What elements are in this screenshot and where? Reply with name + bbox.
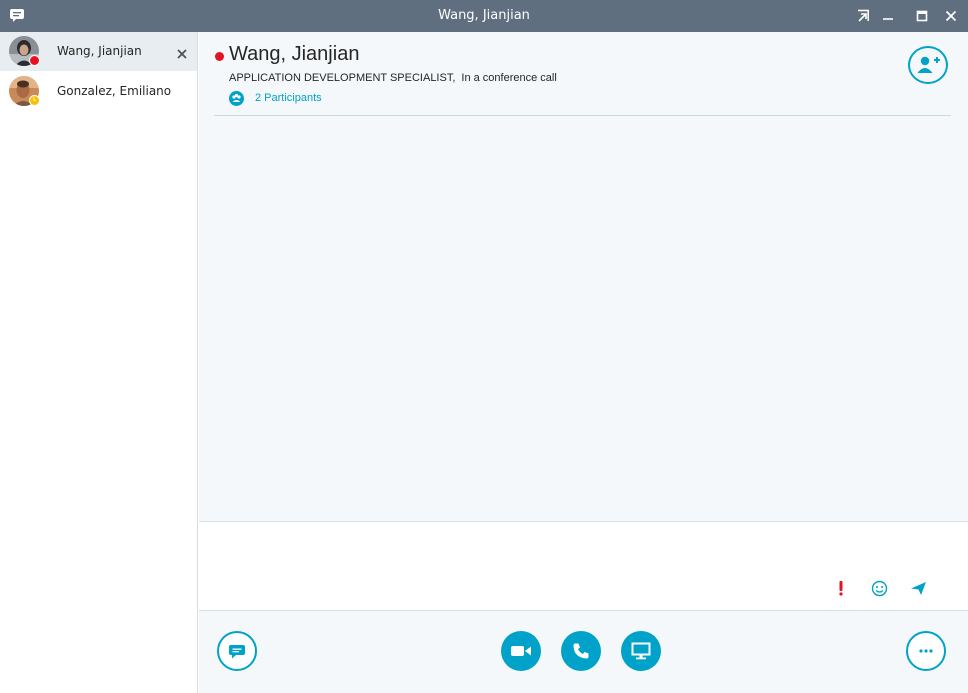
contact-name[interactable]: Wang, Jianjian (229, 43, 359, 66)
message-compose-area[interactable] (199, 521, 968, 611)
presence-busy-icon (29, 55, 40, 66)
status-note: In a conference call (461, 72, 557, 84)
maximize-icon[interactable] (912, 6, 932, 26)
more-options-icon (919, 649, 933, 653)
contact-details: APPLICATION DEVELOPMENT SPECIALIST, In a … (229, 72, 563, 84)
conversation-item-gonzalez[interactable]: Gonzalez, Emiliano (0, 72, 197, 111)
im-icon (229, 645, 245, 659)
minimize-icon[interactable] (878, 6, 898, 26)
importance-icon[interactable] (833, 580, 849, 596)
conversation-item-wang[interactable]: Wang, Jianjian (0, 32, 197, 71)
video-button[interactable] (501, 631, 541, 671)
pop-out-icon[interactable] (853, 6, 873, 26)
title-bar: Wang, Jianjian (0, 0, 968, 32)
im-button[interactable] (217, 631, 257, 671)
add-person-icon (917, 56, 940, 73)
call-button[interactable] (561, 631, 601, 671)
close-window-icon[interactable] (941, 6, 961, 26)
call-toolbar (199, 611, 968, 693)
video-icon (511, 646, 531, 656)
add-people-button[interactable] (908, 46, 948, 84)
more-options-button[interactable] (906, 631, 946, 671)
conversation-pane: Wang, Jianjian APPLICATION DEVELOPMENT S… (199, 32, 968, 693)
participants-icon (229, 91, 244, 106)
conversation-name: Wang, Jianjian (57, 44, 142, 58)
emoticon-icon[interactable] (871, 580, 888, 597)
presence-busy-icon (215, 52, 224, 61)
conversation-name: Gonzalez, Emiliano (57, 84, 172, 98)
window-title: Wang, Jianjian (438, 8, 530, 23)
conversation-list: Wang, Jianjian Gonzalez, Emiliano (0, 32, 198, 693)
call-icon (573, 643, 589, 659)
send-icon[interactable] (910, 580, 926, 596)
close-conversation-icon[interactable] (176, 45, 188, 59)
header-divider (214, 115, 951, 116)
present-icon (631, 642, 651, 660)
job-title: APPLICATION DEVELOPMENT SPECIALIST, (229, 72, 456, 84)
participants-label: 2 Participants (255, 92, 322, 104)
present-button[interactable] (621, 631, 661, 671)
presence-away-icon (29, 95, 40, 106)
